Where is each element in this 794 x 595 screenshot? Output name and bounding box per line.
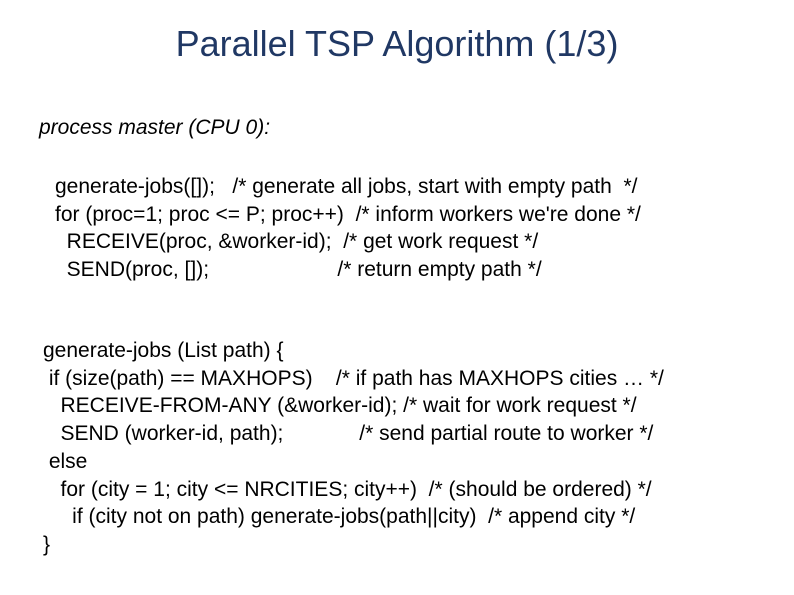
code-line: }: [43, 533, 50, 556]
slide-subtitle: process master (CPU 0):: [39, 116, 270, 140]
code-line: if (size(path) == MAXHOPS) /* if path ha…: [43, 367, 664, 390]
code-line: RECEIVE-FROM-ANY (&worker-id); /* wait f…: [43, 394, 637, 417]
code-block-1: generate-jobs([]); /* generate all jobs,…: [55, 173, 641, 284]
code-line: generate-jobs (List path) {: [43, 339, 283, 362]
slide-title: Parallel TSP Algorithm (1/3): [0, 23, 794, 65]
code-line: for (proc=1; proc <= P; proc++) /* infor…: [55, 203, 641, 226]
code-line: SEND(proc, []); /* return empty path */: [55, 258, 542, 281]
code-line: for (city = 1; city <= NRCITIES; city++)…: [43, 478, 652, 501]
code-line: if (city not on path) generate-jobs(path…: [43, 505, 635, 528]
code-line: RECEIVE(proc, &worker-id); /* get work r…: [55, 230, 538, 253]
code-line: else: [43, 450, 87, 473]
code-line: SEND (worker-id, path); /* send partial …: [43, 422, 653, 445]
code-block-2: generate-jobs (List path) { if (size(pat…: [43, 337, 664, 559]
code-line: generate-jobs([]); /* generate all jobs,…: [55, 175, 637, 198]
